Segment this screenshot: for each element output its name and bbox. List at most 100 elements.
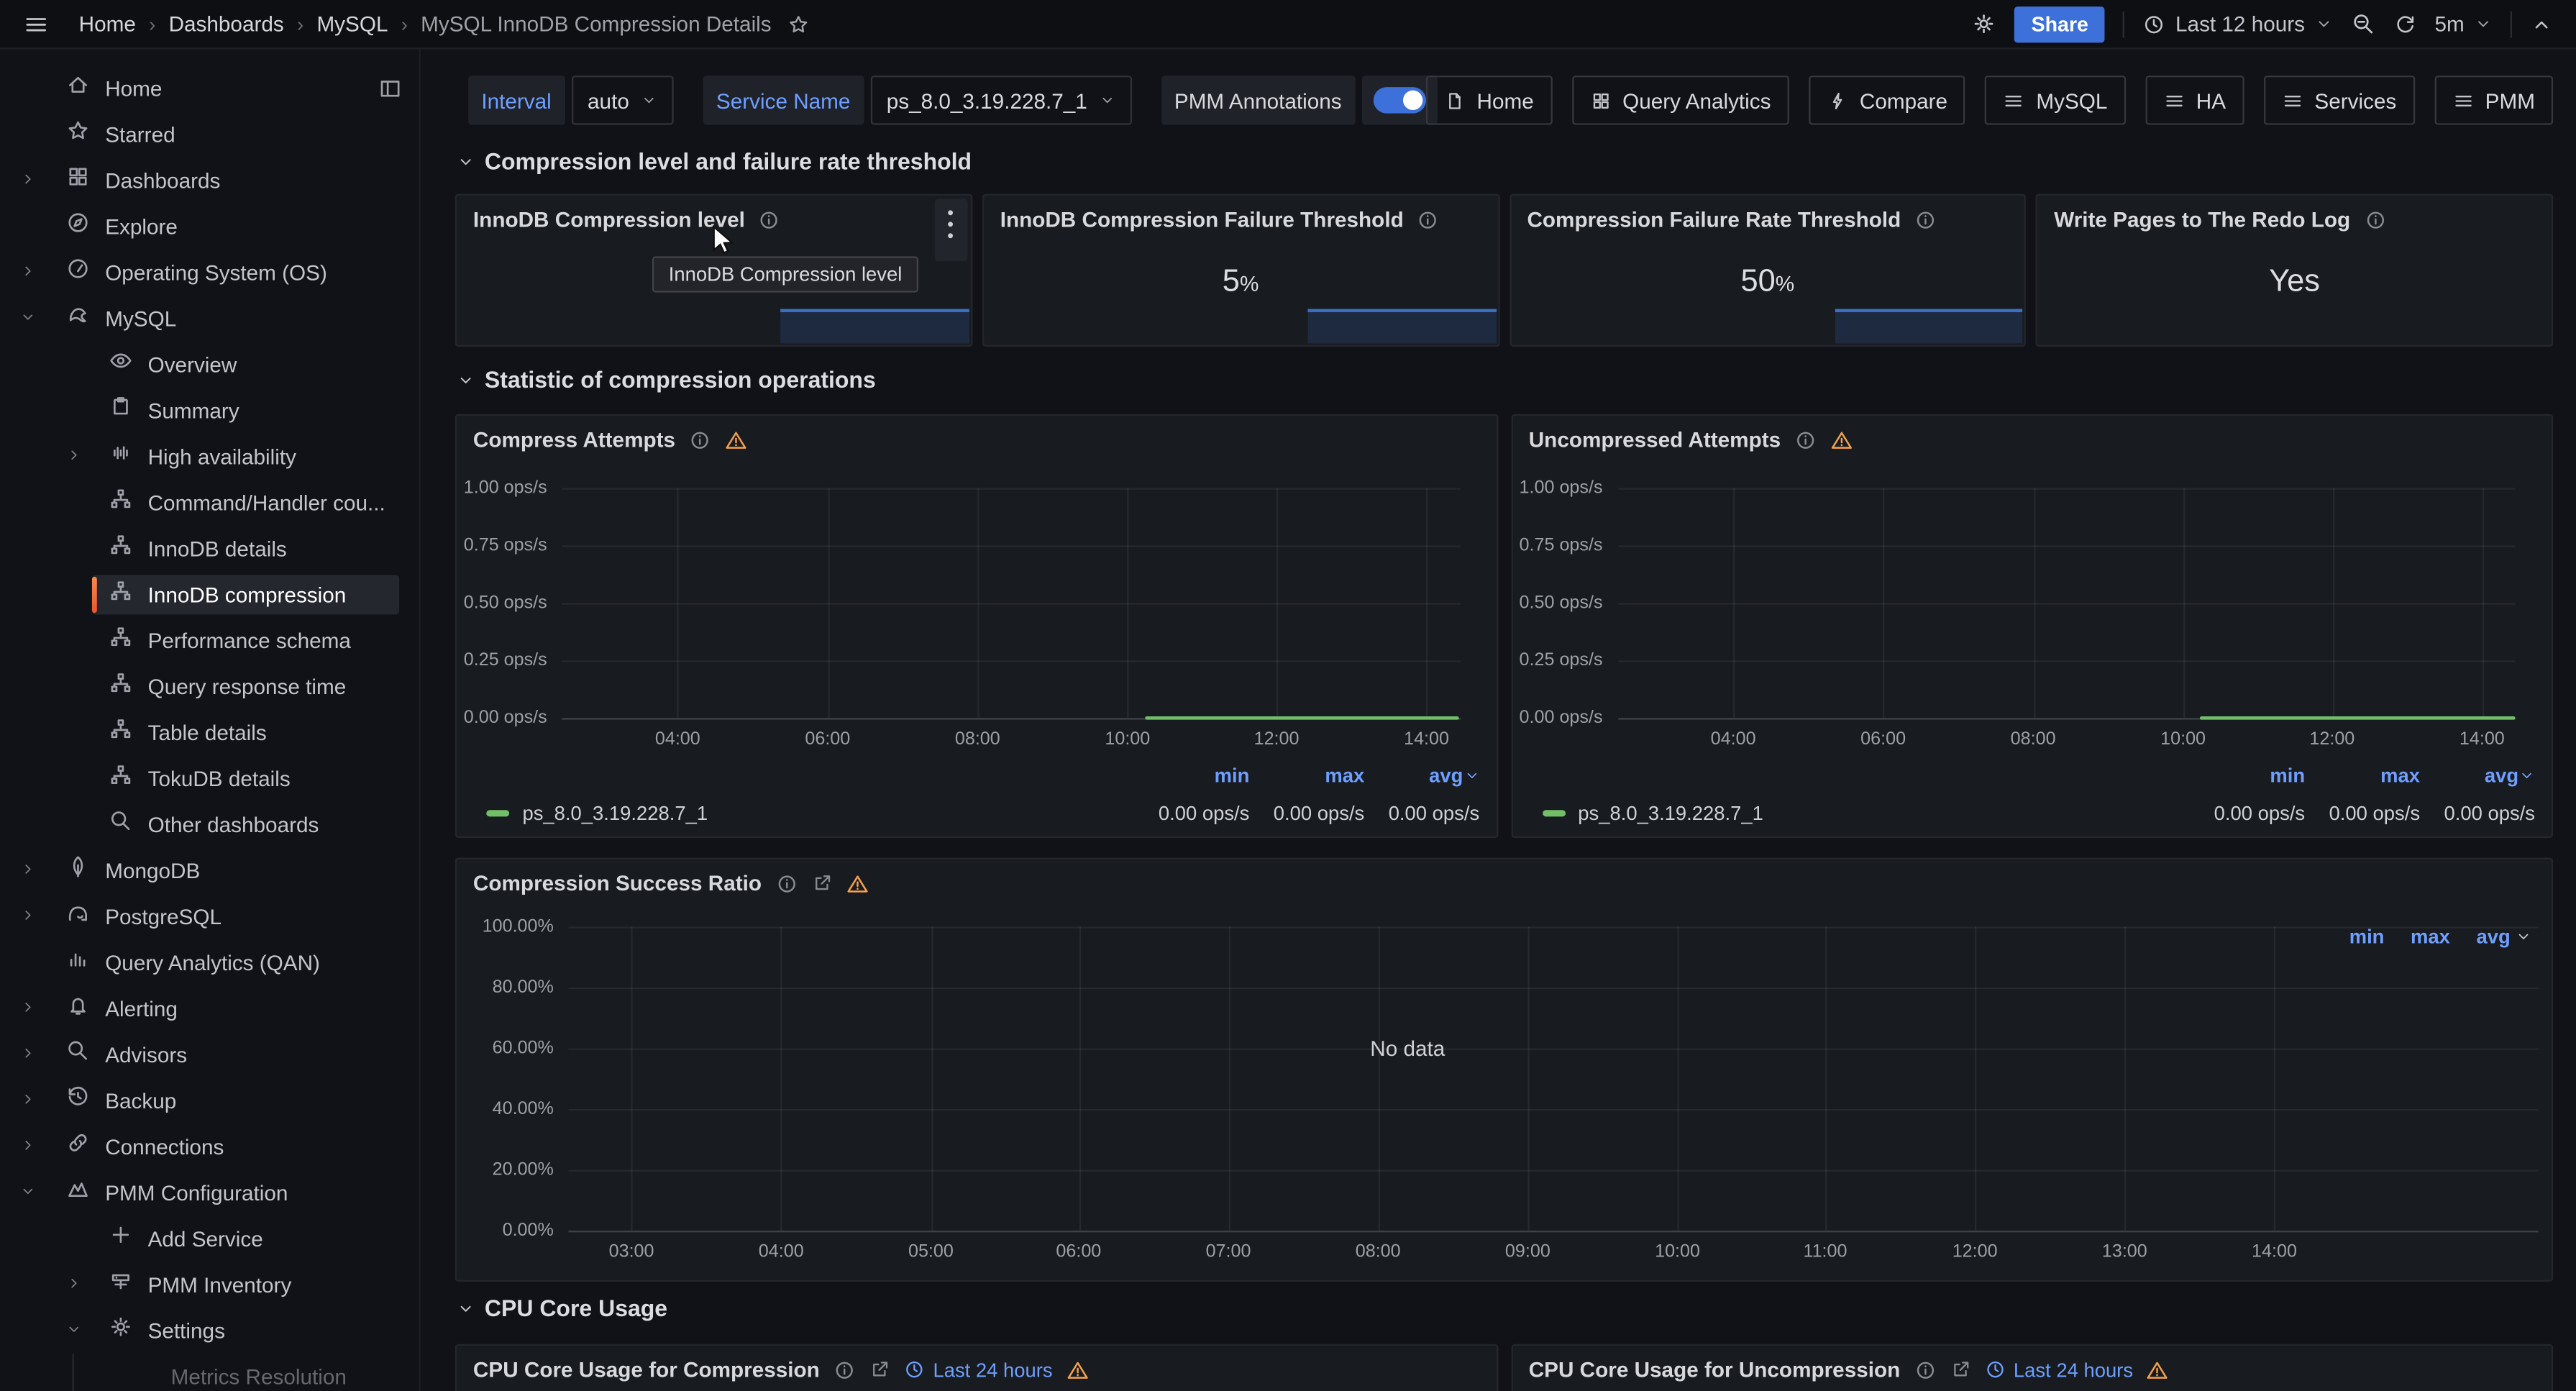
- legend-calc-max[interactable]: max: [1249, 764, 1364, 787]
- dock-sidebar-icon[interactable]: [378, 76, 402, 101]
- nav-button-mysql[interactable]: MySQL: [1986, 76, 2126, 125]
- chevron-right-icon[interactable]: [19, 994, 36, 1023]
- chevron-right-icon[interactable]: [65, 442, 82, 472]
- breadcrumb-item[interactable]: Dashboards: [169, 12, 284, 36]
- legend-calc-avg[interactable]: avg: [2420, 764, 2535, 787]
- nav-button-pmm[interactable]: PMM: [2434, 76, 2553, 125]
- refresh-interval-picker[interactable]: 5m: [2434, 12, 2492, 36]
- chevron-right-icon[interactable]: [19, 1040, 36, 1070]
- sidebar-item-innodb-details[interactable]: InnoDB details: [0, 526, 419, 572]
- service-name-select[interactable]: ps_8.0_3.19.228.7_1: [870, 76, 1132, 125]
- info-icon[interactable]: [1417, 208, 1440, 231]
- sidebar-item-high-availability[interactable]: High availability: [0, 434, 419, 480]
- warning-icon[interactable]: [1066, 1358, 1089, 1381]
- chart-panel-compress-attempts[interactable]: Compress Attempts 1.00 ops/s0.75 ops/s0.5…: [455, 414, 1498, 838]
- share-button[interactable]: Share: [2015, 6, 2105, 42]
- legend-series-name[interactable]: ps_8.0_3.19.228.7_1: [1578, 802, 1763, 825]
- sidebar-item-tokudb-details[interactable]: TokuDB details: [0, 756, 419, 802]
- panel-title[interactable]: CPU Core Usage for Uncompression: [1529, 1357, 1901, 1382]
- favorite-star-icon[interactable]: [786, 12, 809, 35]
- legend-series-name[interactable]: ps_8.0_3.19.228.7_1: [522, 802, 708, 825]
- stat-panel-2[interactable]: InnoDB Compression Failure Threshold5%: [982, 194, 1499, 347]
- chart-plot-area[interactable]: 100.00%80.00%60.00%40.00%20.00%0.00%03:0…: [568, 926, 2538, 1231]
- sidebar-item-postgresql[interactable]: PostgreSQL: [0, 894, 419, 940]
- sidebar-item-metrics-resolution[interactable]: Metrics Resolution: [0, 1354, 419, 1391]
- sidebar-item-pmm-inventory[interactable]: PMM Inventory: [0, 1262, 419, 1308]
- info-icon[interactable]: [758, 208, 781, 231]
- sidebar-item-performance-schema[interactable]: Performance schema: [0, 618, 419, 664]
- sidebar-item-operating-system-os[interactable]: Operating System (OS): [0, 250, 419, 296]
- chevron-right-icon[interactable]: [19, 166, 36, 196]
- legend-calc-min[interactable]: min: [1134, 764, 1249, 787]
- chevron-right-icon[interactable]: [19, 902, 36, 931]
- panel-title[interactable]: InnoDB Compression level: [473, 207, 745, 232]
- info-icon[interactable]: [688, 428, 711, 451]
- chevron-right-icon[interactable]: [19, 1086, 36, 1116]
- stat-panel-4[interactable]: Write Pages to The Redo LogYes: [2036, 194, 2553, 347]
- sidebar-item-pmm-configuration[interactable]: PMM Configuration: [0, 1170, 419, 1216]
- chevron-right-icon[interactable]: [19, 258, 36, 288]
- legend-calc-avg[interactable]: avg: [2476, 925, 2531, 948]
- panel-menu-button[interactable]: [934, 199, 967, 261]
- section-cpu-core-usage[interactable]: CPU Core Usage: [457, 1295, 667, 1321]
- stat-panel-3[interactable]: Compression Failure Rate Threshold50%: [1509, 194, 2026, 347]
- legend-calc-avg[interactable]: avg: [1364, 764, 1479, 787]
- info-icon[interactable]: [2363, 208, 2386, 231]
- warning-icon[interactable]: [725, 428, 748, 451]
- info-icon[interactable]: [1914, 208, 1937, 231]
- interval-select[interactable]: auto: [571, 76, 673, 125]
- sidebar-item-summary[interactable]: Summary: [0, 388, 419, 434]
- sidebar-item-overview[interactable]: Overview: [0, 342, 419, 388]
- sidebar-item-backup[interactable]: Backup: [0, 1078, 419, 1124]
- sidebar-item-other-dashboards[interactable]: Other dashboards: [0, 802, 419, 848]
- panel-title[interactable]: Compress Attempts: [473, 427, 675, 452]
- chart-panel-compression-success-ratio[interactable]: Compression Success Ratio 100.00%80.00%60…: [455, 858, 2553, 1282]
- warning-icon[interactable]: [846, 872, 869, 895]
- section-compression-stats[interactable]: Statistic of compression operations: [457, 366, 876, 393]
- sidebar-item-dashboards[interactable]: Dashboards: [0, 158, 419, 204]
- external-link-icon[interactable]: [869, 1359, 890, 1380]
- sidebar-item-command-handler-cou[interactable]: Command/Handler cou...: [0, 480, 419, 526]
- sidebar-item-home[interactable]: Home: [0, 65, 419, 111]
- nav-button-home[interactable]: Home: [1426, 76, 1552, 125]
- panel-title[interactable]: CPU Core Usage for Compression: [473, 1357, 820, 1382]
- external-link-icon[interactable]: [1950, 1359, 1971, 1380]
- sidebar-item-starred[interactable]: Starred: [0, 111, 419, 158]
- panel-time-range-override[interactable]: Last 24 hours: [1984, 1358, 2133, 1381]
- panel-title[interactable]: Compression Success Ratio: [473, 871, 762, 895]
- info-icon[interactable]: [1914, 1358, 1937, 1381]
- panel-title[interactable]: InnoDB Compression Failure Threshold: [1000, 207, 1404, 232]
- hamburger-menu-icon[interactable]: [23, 11, 50, 37]
- time-range-picker[interactable]: Last 12 hours: [2142, 12, 2333, 36]
- legend-calc-max[interactable]: max: [2411, 925, 2450, 948]
- dashboard-settings-icon[interactable]: [1972, 12, 1996, 36]
- breadcrumb-item[interactable]: Home: [79, 12, 136, 36]
- external-link-icon[interactable]: [811, 872, 833, 894]
- panel-title[interactable]: Compression Failure Rate Threshold: [1527, 207, 1901, 232]
- sidebar-item-alerting[interactable]: Alerting: [0, 986, 419, 1032]
- chevron-right-icon[interactable]: [65, 1270, 82, 1300]
- info-icon[interactable]: [775, 872, 798, 895]
- legend-calc-min[interactable]: min: [2349, 925, 2385, 948]
- chevron-right-icon[interactable]: [19, 856, 36, 885]
- sidebar-item-table-details[interactable]: Table details: [0, 710, 419, 756]
- panel-time-range-override[interactable]: Last 24 hours: [903, 1358, 1052, 1381]
- warning-icon[interactable]: [1830, 428, 1853, 451]
- sidebar-item-mysql[interactable]: MySQL: [0, 296, 419, 342]
- chart-plot-area[interactable]: 1.00 ops/s0.75 ops/s0.50 ops/s0.25 ops/s…: [562, 488, 1459, 718]
- section-compression-threshold[interactable]: Compression level and failure rate thres…: [457, 148, 972, 175]
- legend-calc-min[interactable]: min: [2190, 764, 2305, 787]
- info-icon[interactable]: [833, 1358, 856, 1381]
- chart-plot-area[interactable]: 1.00 ops/s0.75 ops/s0.50 ops/s0.25 ops/s…: [1617, 488, 2515, 718]
- panel-title[interactable]: Uncompressed Attempts: [1529, 427, 1781, 452]
- sidebar-item-mongodb[interactable]: MongoDB: [0, 848, 419, 894]
- chart-panel-uncompressed-attempts[interactable]: Uncompressed Attempts 1.00 ops/s0.75 ops/…: [1511, 414, 2554, 838]
- nav-button-compare[interactable]: Compare: [1809, 76, 1965, 125]
- chevron-right-icon[interactable]: [19, 1132, 36, 1162]
- sidebar-item-innodb-compression[interactable]: InnoDB compression: [0, 572, 419, 618]
- breadcrumb-item[interactable]: MySQL: [316, 12, 388, 36]
- nav-button-services[interactable]: Services: [2264, 76, 2415, 125]
- refresh-icon[interactable]: [2393, 12, 2416, 35]
- chart-panel-cpu-core-usage-for-uncompression[interactable]: CPU Core Usage for Uncompression Last 24 …: [1511, 1344, 2554, 1391]
- nav-button-query-analytics[interactable]: Query Analytics: [1571, 76, 1789, 125]
